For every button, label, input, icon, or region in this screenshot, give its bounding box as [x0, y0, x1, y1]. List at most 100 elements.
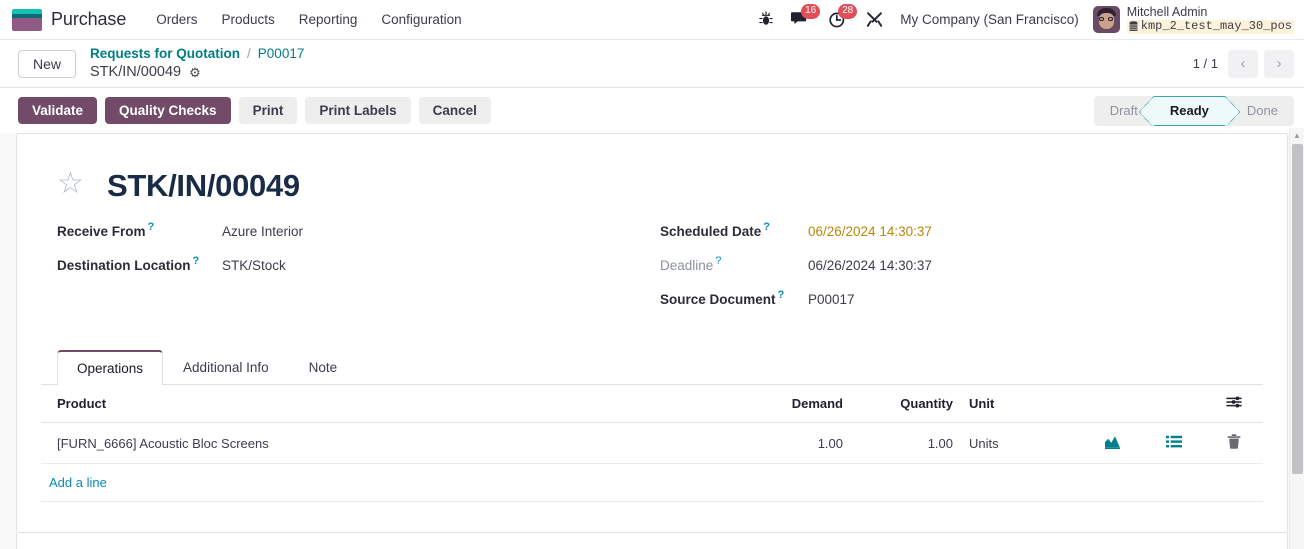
help-icon[interactable]: ? — [193, 255, 200, 267]
area-chart-icon[interactable] — [1104, 435, 1121, 449]
record-sheet: ☆ STK/IN/00049 Receive From ? Azure Inte… — [16, 133, 1288, 533]
status-done[interactable]: Done — [1225, 96, 1294, 126]
print-button[interactable]: Print — [238, 97, 298, 124]
field-value-deadline[interactable]: 06/26/2024 14:30:37 — [808, 258, 932, 273]
field-scheduled-date: Scheduled Date ? 06/26/2024 14:30:37 — [660, 221, 1263, 239]
help-icon[interactable]: ? — [763, 221, 770, 233]
field-deadline: Deadline ? 06/26/2024 14:30:37 — [660, 255, 1263, 273]
menu-item-reporting[interactable]: Reporting — [287, 6, 370, 33]
field-value-receive-from[interactable]: Azure Interior — [222, 224, 303, 239]
navbar-right-zone: 16 28 My Company (San Francisco) Mitchel… — [750, 3, 1294, 34]
menu-item-orders[interactable]: Orders — [144, 6, 209, 33]
field-source-document: Source Document ? P00017 — [660, 289, 1263, 307]
control-panel-breadcrumb-bar: New Requests for Quotation / P00017 STK/… — [0, 40, 1304, 121]
list-icon[interactable] — [1166, 435, 1182, 449]
field-label: Source Document ? — [660, 289, 785, 307]
field-label: Receive From ? — [57, 221, 155, 239]
field-value-scheduled-date[interactable]: 06/26/2024 14:30:37 — [808, 224, 932, 239]
add-line-cell[interactable]: Add a line — [41, 463, 1263, 502]
field-destination-location: Destination Location ? STK/Stock — [57, 255, 660, 273]
breadcrumb-current: STK/IN/00049 — [90, 63, 182, 80]
cell-delete[interactable] — [1205, 422, 1263, 464]
help-icon[interactable]: ? — [715, 255, 721, 267]
column-header-unit[interactable]: Unit — [961, 385, 1081, 423]
column-header-demand[interactable]: Demand — [721, 385, 851, 423]
optional-columns-toggle[interactable] — [1205, 385, 1263, 423]
menu-item-configuration[interactable]: Configuration — [369, 6, 473, 33]
table-row[interactable]: [FURN_6666] Acoustic Bloc Screens 1.00 1… — [41, 422, 1263, 464]
tools-icon[interactable] — [857, 7, 892, 32]
form-column-left: Receive From ? Azure Interior Destinatio… — [57, 221, 660, 326]
cell-quantity[interactable]: 1.00 — [851, 422, 961, 464]
messages-icon[interactable]: 16 — [782, 3, 821, 32]
notebook-tabs: Operations Additional Info Note — [41, 350, 1263, 385]
menu-item-products[interactable]: Products — [210, 6, 287, 33]
scroll-up-arrow[interactable]: ▲ — [1290, 128, 1304, 142]
top-navbar: Purchase Orders Products Reporting Confi… — [0, 0, 1304, 40]
pager-previous-button[interactable]: ‹ — [1228, 49, 1258, 78]
sheet-bottom-spacer — [41, 502, 1263, 530]
activities-clock-icon[interactable]: 28 — [820, 3, 858, 32]
trash-icon[interactable] — [1227, 434, 1241, 449]
cell-forecast[interactable] — [1081, 422, 1143, 464]
page-title: STK/IN/00049 — [107, 168, 300, 203]
form-scroll-area: ☆ STK/IN/00049 Receive From ? Azure Inte… — [0, 133, 1304, 549]
app-name: Purchase — [51, 9, 127, 29]
help-icon[interactable]: ? — [778, 289, 785, 301]
add-line-row[interactable]: Add a line — [41, 463, 1263, 502]
tab-operations[interactable]: Operations — [57, 350, 164, 385]
breadcrumb-parent[interactable]: Requests for Quotation — [90, 45, 240, 63]
form-column-right: Scheduled Date ? 06/26/2024 14:30:37 Dea… — [660, 221, 1263, 326]
operations-table: Product Demand Quantity Unit [FURN_6666]… — [41, 385, 1263, 502]
bug-icon[interactable] — [750, 7, 782, 31]
status-ready[interactable]: Ready — [1138, 95, 1240, 126]
validate-button[interactable]: Validate — [18, 97, 98, 124]
field-value-destination-location[interactable]: STK/Stock — [222, 258, 286, 273]
record-title-row: ☆ STK/IN/00049 — [41, 156, 1263, 210]
column-header-quantity[interactable]: Quantity — [851, 385, 961, 423]
help-icon[interactable]: ? — [148, 221, 155, 233]
cell-demand[interactable]: 1.00 — [721, 422, 851, 464]
add-a-line-link[interactable]: Add a line — [49, 475, 107, 490]
pager-next-button[interactable]: › — [1264, 49, 1294, 78]
field-value-source-document[interactable]: P00017 — [808, 292, 855, 307]
tab-additional-info[interactable]: Additional Info — [163, 350, 289, 385]
field-label: Destination Location ? — [57, 255, 200, 273]
pager: 1 / 1 ‹ › — [1192, 49, 1294, 78]
odoo-logo-icon — [12, 8, 42, 31]
column-header-detail — [1143, 385, 1205, 423]
app-brand[interactable]: Purchase — [12, 8, 127, 31]
vertical-scrollbar[interactable]: ▲ — [1289, 128, 1304, 549]
database-icon — [1129, 21, 1138, 32]
scrollbar-thumb[interactable] — [1292, 144, 1303, 474]
cell-detail[interactable] — [1143, 422, 1205, 464]
avatar — [1092, 5, 1120, 33]
pager-count: 1 / 1 — [1192, 56, 1218, 71]
database-name: kmp_2_test_may_30_pos — [1140, 18, 1292, 33]
database-chip: kmp_2_test_may_30_pos — [1126, 18, 1294, 34]
print-labels-button[interactable]: Print Labels — [305, 97, 411, 124]
form-fields: Receive From ? Azure Interior Destinatio… — [41, 210, 1263, 326]
sheet-lower-section — [16, 533, 1288, 549]
odoo-app-window: Purchase Orders Products Reporting Confi… — [0, 0, 1304, 549]
tab-note[interactable]: Note — [289, 350, 358, 385]
main-menu: Orders Products Reporting Configuration — [144, 6, 473, 33]
messages-badge: 16 — [801, 3, 821, 19]
gear-icon[interactable]: ⚙ — [189, 64, 201, 81]
cell-product[interactable]: [FURN_6666] Acoustic Bloc Screens — [41, 422, 721, 464]
field-label: Scheduled Date ? — [660, 221, 771, 239]
user-menu[interactable]: Mitchell Admin kmp_2_test_may_30_pos — [1091, 5, 1294, 34]
new-button[interactable]: New — [18, 49, 77, 78]
favorite-star-icon[interactable]: ☆ — [57, 169, 87, 201]
quality-checks-button[interactable]: Quality Checks — [105, 97, 231, 124]
field-label: Deadline ? — [660, 255, 722, 273]
column-header-product[interactable]: Product — [41, 385, 721, 423]
sliders-icon — [1225, 395, 1243, 409]
company-switcher[interactable]: My Company (San Francisco) — [892, 12, 1091, 27]
breadcrumb-order[interactable]: P00017 — [258, 45, 305, 63]
status-bar: Draft Ready Done — [1093, 95, 1294, 126]
cancel-button[interactable]: Cancel — [418, 97, 491, 124]
breadcrumb-separator: / — [247, 46, 251, 62]
column-header-forecast — [1081, 385, 1143, 423]
cell-unit[interactable]: Units — [961, 422, 1081, 464]
